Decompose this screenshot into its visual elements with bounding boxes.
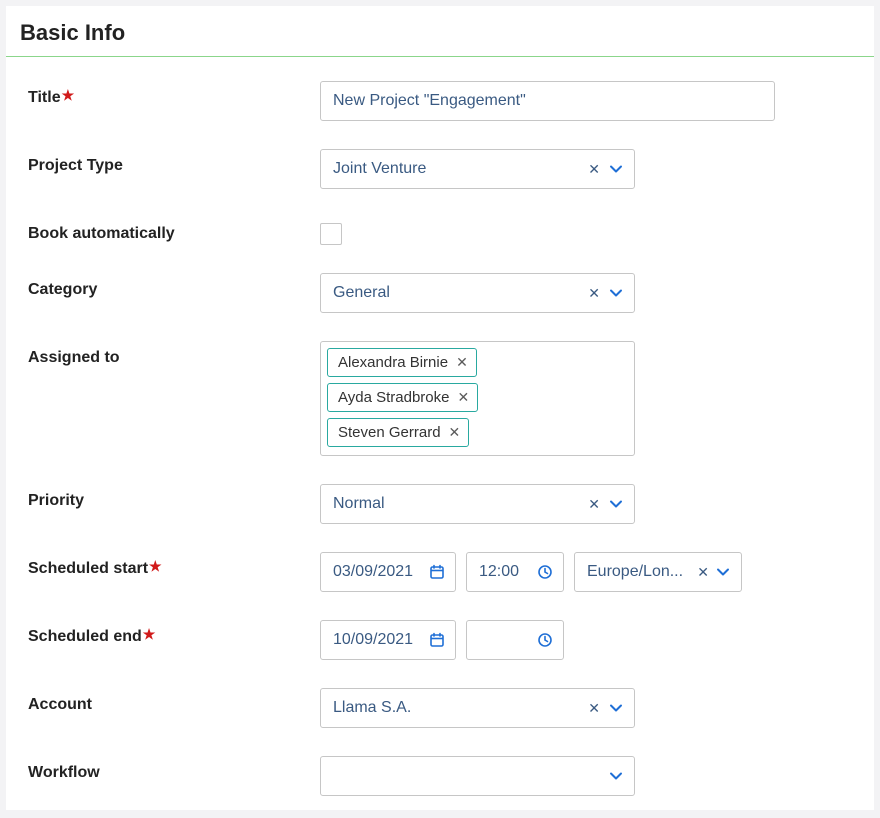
row-account: Account Llama S.A. ✕ — [28, 688, 852, 728]
assignee-chip[interactable]: Alexandra Birnie ✕ — [327, 348, 477, 377]
timezone-clear-icon[interactable]: ✕ — [695, 564, 711, 581]
account-clear-icon[interactable]: ✕ — [586, 700, 602, 717]
label-scheduled-start: Scheduled start★ — [28, 552, 320, 578]
row-scheduled-end: Scheduled end★ 10/09/2021 — [28, 620, 852, 660]
scheduled-start-date-input[interactable]: 03/09/2021 — [320, 552, 456, 592]
row-category: Category General ✕ — [28, 273, 852, 313]
chip-remove-icon[interactable]: ✕ — [449, 424, 461, 441]
label-project-type: Project Type — [28, 149, 320, 175]
chevron-down-icon[interactable] — [608, 496, 624, 512]
assignee-chip-label: Alexandra Birnie — [338, 354, 448, 371]
scheduled-start-timezone-select[interactable]: Europe/Lon... ✕ — [574, 552, 742, 592]
chip-remove-icon[interactable]: ✕ — [457, 389, 469, 406]
priority-clear-icon[interactable]: ✕ — [586, 496, 602, 513]
workflow-select[interactable] — [320, 756, 635, 796]
chevron-down-icon[interactable] — [608, 768, 624, 784]
clock-icon[interactable] — [537, 632, 553, 648]
label-title: Title★ — [28, 81, 320, 107]
row-workflow: Workflow — [28, 756, 852, 796]
label-priority: Priority — [28, 484, 320, 510]
row-project-type: Project Type Joint Venture ✕ — [28, 149, 852, 189]
label-workflow: Workflow — [28, 756, 320, 782]
row-priority: Priority Normal ✕ — [28, 484, 852, 524]
assignee-chip[interactable]: Steven Gerrard ✕ — [327, 418, 469, 447]
assigned-to-input[interactable]: Alexandra Birnie✕Ayda Stradbroke✕Steven … — [320, 341, 635, 456]
form: Title★ Project Type Joint Venture ✕ — [6, 57, 874, 796]
scheduled-start-time-input[interactable]: 12:00 — [466, 552, 564, 592]
assignee-chip[interactable]: Ayda Stradbroke ✕ — [327, 383, 478, 412]
label-account: Account — [28, 688, 320, 714]
calendar-icon[interactable] — [429, 564, 445, 580]
category-select[interactable]: General ✕ — [320, 273, 635, 313]
required-star: ★ — [143, 626, 156, 642]
section-title: Basic Info — [6, 6, 874, 56]
chip-remove-icon[interactable]: ✕ — [456, 354, 468, 371]
label-category: Category — [28, 273, 320, 299]
project-type-select[interactable]: Joint Venture ✕ — [320, 149, 635, 189]
title-input[interactable] — [320, 81, 775, 121]
required-star: ★ — [149, 558, 162, 574]
chevron-down-icon[interactable] — [608, 700, 624, 716]
scheduled-end-time-input[interactable] — [466, 620, 564, 660]
account-select[interactable]: Llama S.A. ✕ — [320, 688, 635, 728]
category-clear-icon[interactable]: ✕ — [586, 285, 602, 302]
label-scheduled-end: Scheduled end★ — [28, 620, 320, 646]
book-auto-checkbox[interactable] — [320, 223, 342, 245]
row-scheduled-start: Scheduled start★ 03/09/2021 12:00 — [28, 552, 852, 592]
scheduled-end-date-input[interactable]: 10/09/2021 — [320, 620, 456, 660]
chevron-down-icon[interactable] — [608, 285, 624, 301]
chevron-down-icon[interactable] — [715, 564, 731, 580]
priority-select[interactable]: Normal ✕ — [320, 484, 635, 524]
chevron-down-icon[interactable] — [608, 161, 624, 177]
required-star: ★ — [62, 87, 75, 103]
label-book-auto: Book automatically — [28, 217, 320, 243]
project-type-clear-icon[interactable]: ✕ — [586, 161, 602, 178]
basic-info-panel: Basic Info Title★ Project Type Joint Ven… — [6, 6, 874, 810]
assignee-chip-label: Steven Gerrard — [338, 424, 441, 441]
label-assigned-to: Assigned to — [28, 341, 320, 367]
row-book-auto: Book automatically — [28, 217, 852, 245]
clock-icon[interactable] — [537, 564, 553, 580]
calendar-icon[interactable] — [429, 632, 445, 648]
row-assigned-to: Assigned to Alexandra Birnie✕Ayda Stradb… — [28, 341, 852, 456]
row-title: Title★ — [28, 81, 852, 121]
assignee-chip-label: Ayda Stradbroke — [338, 389, 449, 406]
